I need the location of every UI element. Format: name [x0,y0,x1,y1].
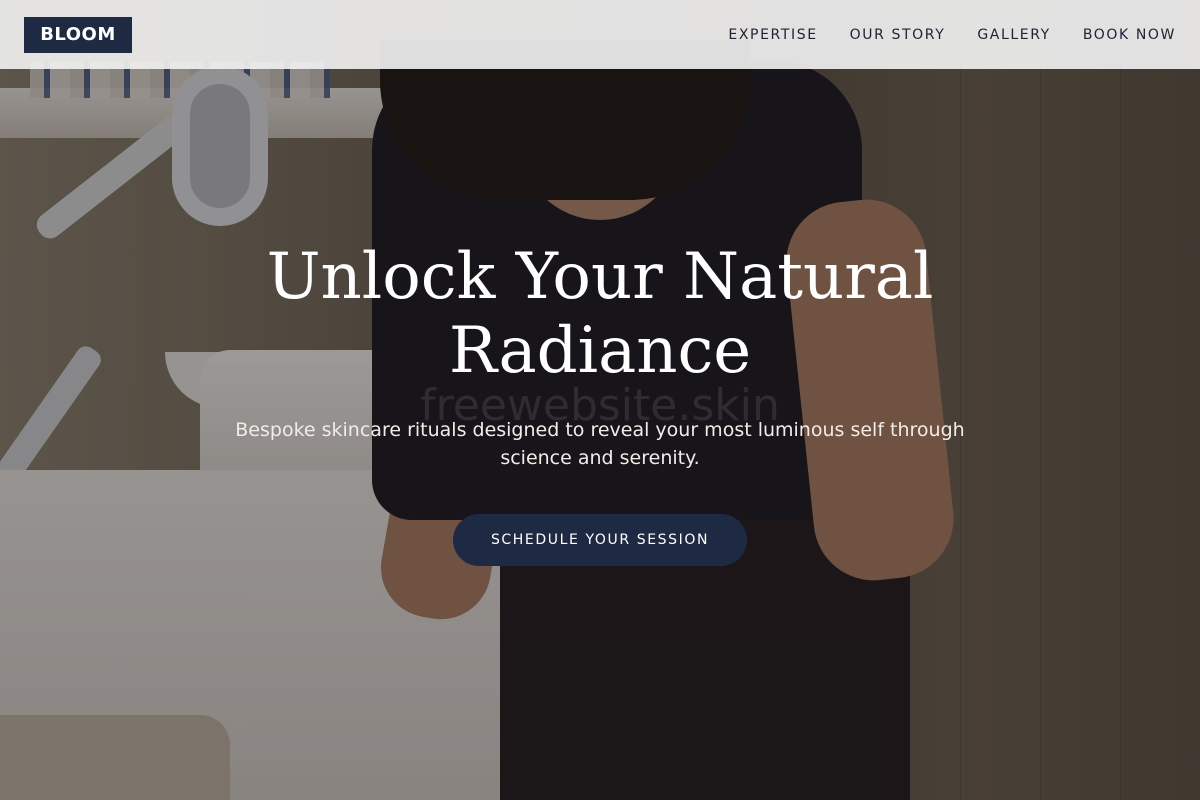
nav-link-our-story[interactable]: OUR STORY [850,27,946,43]
hero-subtitle: Bespoke skincare rituals designed to rev… [235,419,965,469]
nav-link-expertise[interactable]: EXPERTISE [728,27,817,43]
hero-content: Unlock Your Natural Radiance Bespoke ski… [0,240,1200,566]
schedule-session-button[interactable]: SCHEDULE YOUR SESSION [453,514,747,566]
hero-title: Unlock Your Natural Radiance [266,240,934,388]
nav-link-book-now[interactable]: BOOK NOW [1083,27,1176,43]
nav-link-gallery[interactable]: GALLERY [977,27,1050,43]
brand-logo[interactable]: BLOOM [24,16,132,53]
site-header: BLOOM EXPERTISE OUR STORY GALLERY BOOK N… [0,0,1200,69]
main-nav: EXPERTISE OUR STORY GALLERY BOOK NOW [728,27,1176,43]
